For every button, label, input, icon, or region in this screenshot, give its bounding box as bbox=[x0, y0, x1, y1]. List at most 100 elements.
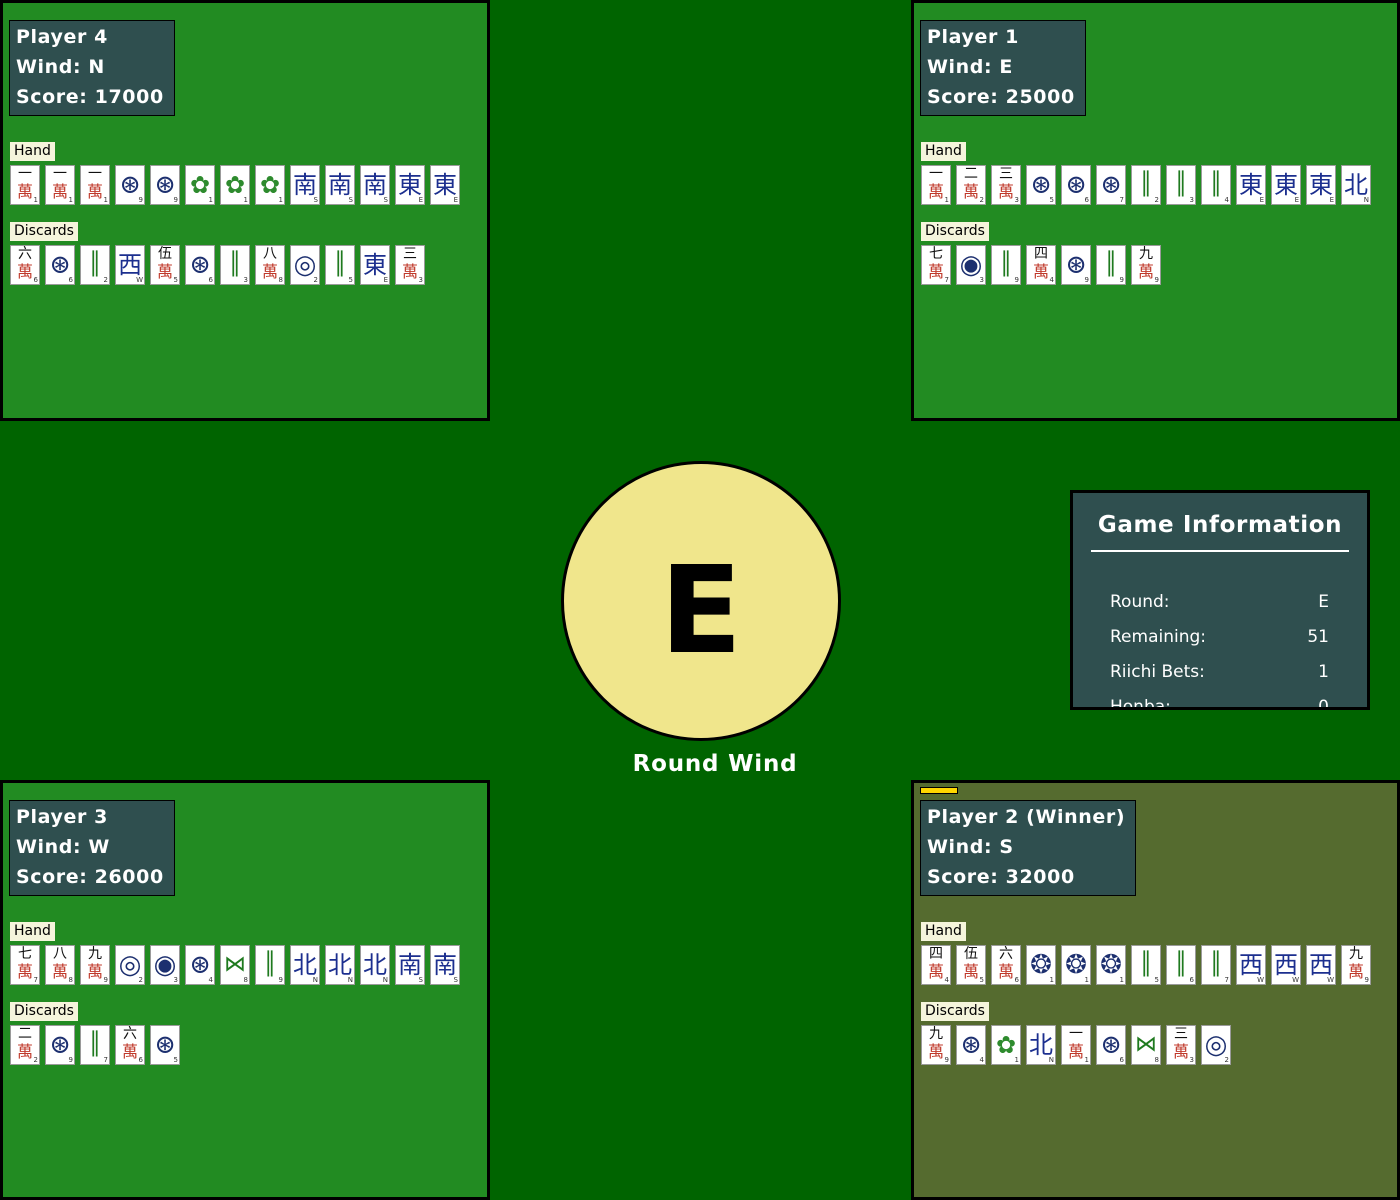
player-4-name: Player 4 bbox=[16, 26, 108, 48]
tile-index: W bbox=[1257, 976, 1264, 984]
tile-index: 3 bbox=[243, 276, 248, 284]
mahjong-tile: 九萬9 bbox=[80, 945, 110, 985]
mahjong-tile: 西W bbox=[1271, 945, 1301, 985]
tile-face: ║ bbox=[1104, 252, 1118, 277]
tile-index: E bbox=[1329, 196, 1334, 204]
mahjong-tile: 南S bbox=[290, 165, 320, 205]
player-1-wind: Wind: E bbox=[927, 56, 1013, 78]
tile-index: S bbox=[418, 976, 423, 984]
tile-face: 南 bbox=[433, 951, 457, 979]
tile-rank: 八 bbox=[53, 946, 67, 962]
player-2-wind: Wind: S bbox=[927, 836, 1014, 858]
tile-index: 4 bbox=[208, 976, 213, 984]
player-1-discards: 七萬 7 ◉ 3 ║ 9 四萬 4 ⊛ 9 ║ 9 九萬 9 bbox=[921, 245, 1166, 287]
tile-rank: 四 bbox=[929, 946, 943, 962]
info-row-remaining: Remaining: 51 bbox=[1110, 625, 1329, 649]
mahjong-tile: 四萬4 bbox=[921, 945, 951, 985]
mahjong-tile: 九萬9 bbox=[1341, 945, 1371, 985]
tile-face: 南 bbox=[398, 951, 422, 979]
round-wind-caption: Round Wind bbox=[632, 751, 798, 777]
tile-index: 1 bbox=[1049, 976, 1054, 984]
tile-rank: 六 bbox=[999, 946, 1013, 962]
mahjong-tile: 西W bbox=[1306, 945, 1336, 985]
tile-index: 6 bbox=[33, 276, 38, 284]
tile-index: 5 bbox=[1154, 976, 1159, 984]
player-4-info: Player 4 Wind: N Score: 17000 bbox=[9, 20, 175, 116]
tile-index: 6 bbox=[1084, 196, 1089, 204]
mahjong-tile: 七萬7 bbox=[921, 245, 951, 285]
mahjong-tile: 六萬6 bbox=[10, 245, 40, 285]
tile-index: 1 bbox=[1119, 976, 1124, 984]
tile-index: 9 bbox=[103, 976, 108, 984]
info-label: Round: bbox=[1110, 592, 1170, 612]
tile-index: 8 bbox=[1154, 1056, 1159, 1064]
info-value: 0 bbox=[1318, 697, 1329, 710]
mahjong-tile: 南S bbox=[395, 945, 425, 985]
mahjong-tile: ⋈ 8 bbox=[220, 945, 250, 985]
tile-index: 8 bbox=[278, 276, 283, 284]
player-2-hand-label: Hand bbox=[921, 922, 966, 941]
tile-rank: 九 bbox=[1349, 946, 1363, 962]
game-information-panel: Game Information Round: E Remaining: 51 … bbox=[1070, 490, 1370, 710]
player-2-name: Player 2 (Winner) bbox=[927, 806, 1126, 828]
tile-face: 北 bbox=[1344, 171, 1368, 199]
tile-face: 南 bbox=[363, 171, 387, 199]
mahjong-tile: ⊛ 6 bbox=[45, 245, 75, 285]
mahjong-tile: 九萬9 bbox=[921, 1025, 951, 1065]
tile-face: 東 bbox=[1239, 171, 1263, 199]
tile-index: 1 bbox=[1084, 976, 1089, 984]
mahjong-tile: 西W bbox=[1236, 945, 1266, 985]
tile-index: W bbox=[136, 276, 143, 284]
mahjong-tile: 南S bbox=[360, 165, 390, 205]
tile-rank: 一 bbox=[929, 166, 943, 182]
mahjong-tile: 一萬1 bbox=[80, 165, 110, 205]
mahjong-tile: ⊛ 5 bbox=[150, 1025, 180, 1065]
tile-index: 3 bbox=[1014, 196, 1019, 204]
mahjong-tile: 八萬8 bbox=[255, 245, 285, 285]
tile-rank: 一 bbox=[88, 166, 102, 182]
player-3-hand: 七萬 7 八萬 8 九萬 9 ◎ 2 ◉ 3 ⊛ 4 ⋈ 8 ║ 9 北 N 北 N 北 N 南 S 南 S bbox=[10, 945, 465, 987]
tile-index: 2 bbox=[103, 276, 108, 284]
tile-index: 1 bbox=[68, 196, 73, 204]
mahjong-tile: ║ 4 bbox=[1201, 165, 1231, 205]
tile-rank: 伍 bbox=[158, 246, 172, 262]
mahjong-tile: ⊛ 6 bbox=[1061, 165, 1091, 205]
tile-index: 6 bbox=[208, 276, 213, 284]
mahjong-tile: 西W bbox=[115, 245, 145, 285]
tile-index: 1 bbox=[1014, 1056, 1019, 1064]
player-3-hand-label: Hand bbox=[10, 922, 55, 941]
player-3-discards: 二萬 2 ⊛ 9 ║ 7 六萬 6 ⊛ 5 bbox=[10, 1025, 185, 1067]
tile-face: ║ bbox=[88, 252, 102, 277]
player-4-discards-label: Discards bbox=[10, 222, 78, 241]
mahjong-tile: 九萬9 bbox=[1131, 245, 1161, 285]
mahjong-tile: ⊛ 5 bbox=[1026, 165, 1056, 205]
tile-face: ║ bbox=[263, 952, 277, 977]
mahjong-tile: ⊛ 9 bbox=[150, 165, 180, 205]
mahjong-tile: ◎ 2 bbox=[115, 945, 145, 985]
mahjong-tile: ⊛ 4 bbox=[185, 945, 215, 985]
tile-index: 1 bbox=[103, 196, 108, 204]
tile-index: 6 bbox=[68, 276, 73, 284]
tile-index: 1 bbox=[1084, 1056, 1089, 1064]
mahjong-tile: 北N bbox=[360, 945, 390, 985]
mahjong-tile: 三萬3 bbox=[1166, 1025, 1196, 1065]
player-1-info: Player 1 Wind: E Score: 25000 bbox=[920, 20, 1086, 116]
player-1-name: Player 1 bbox=[927, 26, 1019, 48]
tile-index: 8 bbox=[243, 976, 248, 984]
tile-face: 東 bbox=[1309, 171, 1333, 199]
tile-face: 北 bbox=[328, 951, 352, 979]
mahjong-tile: ║ 9 bbox=[1096, 245, 1126, 285]
mahjong-tile: ⊛ 4 bbox=[956, 1025, 986, 1065]
mahjong-tile: 北N bbox=[325, 945, 355, 985]
player-3-area: Player 3 Wind: W Score: 26000 Hand 七萬7八萬… bbox=[0, 780, 490, 1200]
tile-index: 4 bbox=[1049, 276, 1054, 284]
player-2-discards: 九萬 9 ⊛ 4 ✿ 1 北 N 一萬 1 ⊛ 6 ⋈ 8 三萬 3 ◎ 2 bbox=[921, 1025, 1236, 1067]
player-2-info: Player 2 (Winner) Wind: S Score: 32000 bbox=[920, 800, 1137, 896]
tile-index: 9 bbox=[138, 196, 143, 204]
mahjong-tile: ⊛ 6 bbox=[1096, 1025, 1126, 1065]
mahjong-tile: ║ 9 bbox=[991, 245, 1021, 285]
mahjong-tile: 二萬2 bbox=[956, 165, 986, 205]
mahjong-tile: ◎ 2 bbox=[290, 245, 320, 285]
player-3-info: Player 3 Wind: W Score: 26000 bbox=[9, 800, 175, 896]
player-3-name: Player 3 bbox=[16, 806, 108, 828]
